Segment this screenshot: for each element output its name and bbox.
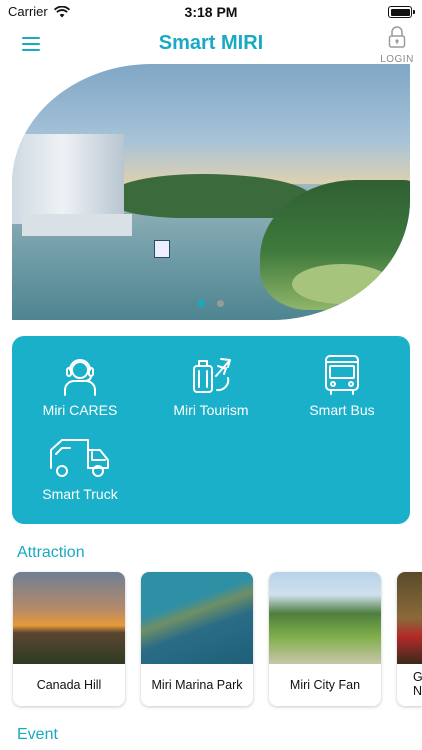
hero-banner[interactable] [12, 64, 410, 320]
login-button[interactable]: LOGIN [380, 26, 414, 65]
attraction-label: Miri Marina Park [151, 678, 243, 692]
bus-icon [325, 355, 359, 395]
section-title-event: Event [17, 726, 58, 743]
attraction-photo [397, 572, 422, 664]
attraction-card-miri-city-fan[interactable]: Miri City Fan [269, 572, 381, 706]
app-title: Smart MIRI [158, 32, 264, 54]
page-dot-1[interactable] [197, 300, 205, 307]
attraction-card-miri-marina-park[interactable]: Miri Marina Park [141, 572, 253, 706]
banner-photo-hotel [12, 134, 124, 224]
truck-icon [50, 439, 109, 477]
section-title-attraction: Attraction [17, 544, 85, 561]
attraction-photo [141, 572, 253, 664]
service-label: Miri Tourism [173, 402, 249, 418]
attraction-label: Miri City Fan [289, 678, 361, 692]
service-label: Miri CARES [42, 402, 118, 418]
attraction-label: Canada Hill [36, 678, 102, 692]
padlock-icon [388, 26, 406, 48]
service-smart-bus[interactable]: Smart Bus [276, 354, 408, 418]
page-indicator[interactable] [12, 294, 410, 312]
services-panel: Miri CARES Miri Tourism Smart Bus Smart … [12, 336, 410, 524]
luggage-plane-icon [193, 358, 231, 393]
headset-agent-icon [64, 359, 96, 396]
attraction-card-partial[interactable]: G N [397, 572, 422, 706]
top-nav: Smart MIRI LOGIN [0, 24, 422, 65]
banner-photo-boat [154, 240, 170, 258]
service-label: Smart Bus [309, 402, 375, 418]
status-bar: Carrier 3:18 PM [0, 0, 422, 24]
attraction-label: G N [413, 670, 422, 698]
service-smart-truck[interactable]: Smart Truck [14, 438, 146, 502]
clock: 3:18 PM [184, 4, 238, 20]
service-miri-tourism[interactable]: Miri Tourism [145, 354, 277, 418]
attraction-photo [13, 572, 125, 664]
page-dot-2[interactable] [217, 300, 225, 307]
attraction-card-canada-hill[interactable]: Canada Hill [13, 572, 125, 706]
attraction-photo [269, 572, 381, 664]
battery-icon [388, 6, 415, 18]
service-label: Smart Truck [42, 486, 118, 502]
banner-photo-hotel-base [22, 214, 132, 236]
service-miri-cares[interactable]: Miri CARES [14, 354, 146, 418]
